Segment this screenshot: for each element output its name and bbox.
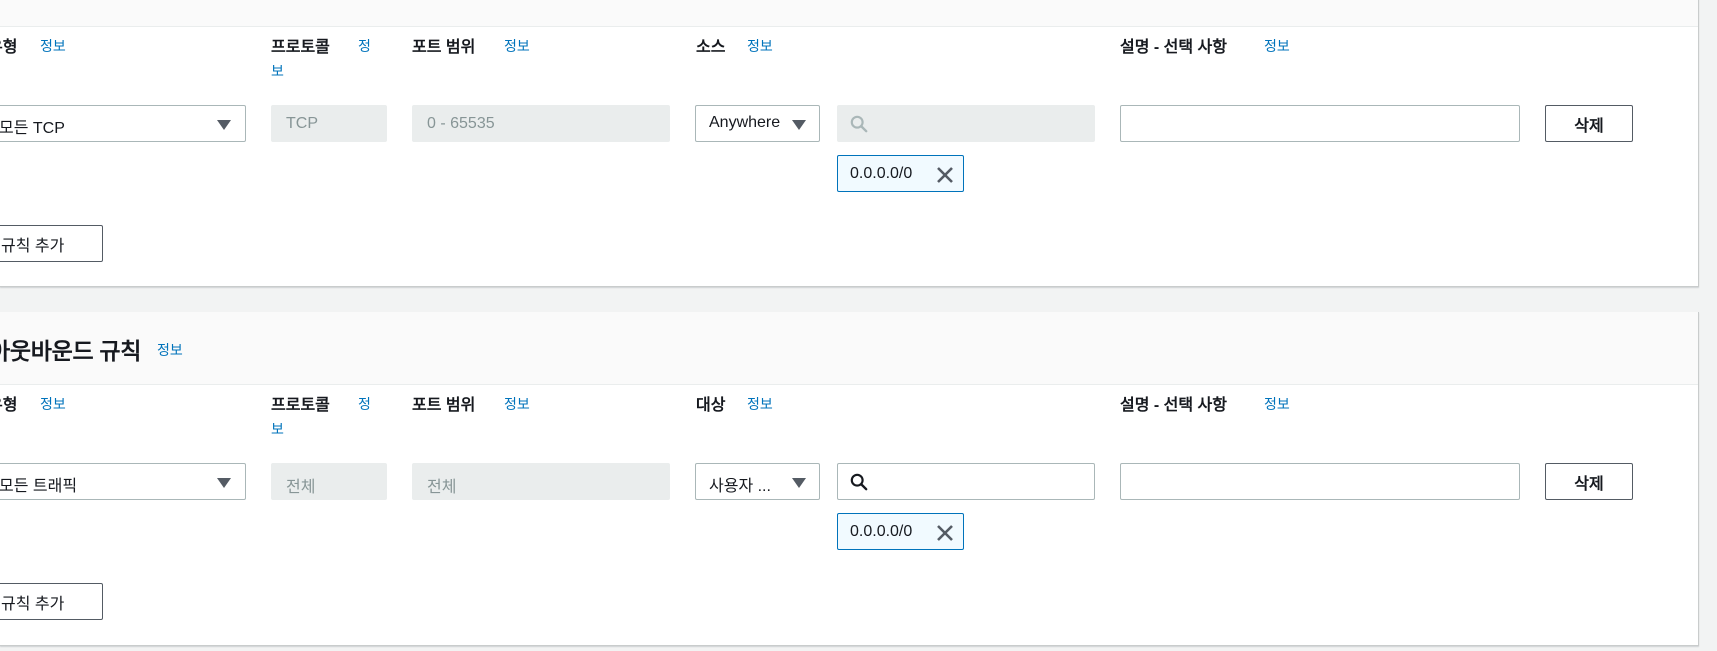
outbound-rules-panel: 아웃바운드 규칙 정보 유형 정보 프로토콜 정 보 포트 범위 정보 대상 정… — [0, 312, 1699, 646]
delete-rule-button[interactable]: 삭제 — [1545, 463, 1633, 500]
cidr-token: 0.0.0.0/0 — [837, 155, 964, 192]
protocol-value: TCP — [286, 115, 318, 132]
caret-down-icon — [217, 120, 231, 130]
col-port-range-label: 포트 범위 — [412, 397, 476, 414]
close-icon[interactable] — [935, 165, 955, 185]
destination-cidr-search[interactable] — [837, 463, 1095, 500]
col-type-label: 유형 — [0, 39, 18, 56]
panel-top-band — [0, 0, 1698, 27]
description-info-link[interactable]: 정보 — [1264, 394, 1290, 414]
inbound-rules-panel: 유형 정보 프로토콜 정 보 포트 범위 정보 소스 정보 설명 - 선택 사항… — [0, 0, 1699, 287]
caret-down-icon — [792, 120, 806, 130]
protocol-info-link-part1[interactable]: 정 — [358, 36, 371, 56]
col-destination-label: 대상 — [696, 397, 726, 414]
col-port-range-label: 포트 범위 — [412, 39, 476, 56]
cidr-token: 0.0.0.0/0 — [837, 513, 964, 550]
col-description-label: 설명 - 선택 사항 — [1120, 397, 1227, 414]
outbound-title-info-link[interactable]: 정보 — [157, 340, 183, 360]
col-source-label: 소스 — [696, 39, 726, 56]
protocol-info-link-part2[interactable]: 보 — [271, 61, 284, 81]
type-select-value: 모든 TCP — [0, 120, 65, 137]
type-info-link[interactable]: 정보 — [40, 36, 66, 56]
protocol-info-link-part1[interactable]: 정 — [358, 394, 371, 414]
destination-select[interactable]: 사용자 ... — [695, 463, 820, 500]
port-range-value: 전체 — [427, 479, 457, 496]
port-range-value: 0 - 65535 — [427, 115, 495, 132]
protocol-field: 전체 — [271, 463, 387, 500]
col-protocol-label: 프로토콜 — [271, 39, 330, 56]
outbound-rules-title: 아웃바운드 규칙 — [0, 338, 142, 364]
col-protocol-label: 프로토콜 — [271, 397, 330, 414]
source-select[interactable]: Anywhere — [695, 105, 820, 142]
destination-info-link[interactable]: 정보 — [747, 394, 773, 414]
protocol-value: 전체 — [286, 479, 316, 496]
outbound-header — [0, 312, 1698, 385]
description-input[interactable] — [1120, 105, 1520, 142]
protocol-info-link-part2[interactable]: 보 — [271, 419, 284, 439]
type-info-link[interactable]: 정보 — [40, 394, 66, 414]
caret-down-icon — [217, 478, 231, 488]
search-icon — [850, 115, 868, 133]
protocol-field: TCP — [271, 105, 387, 142]
description-info-link[interactable]: 정보 — [1264, 36, 1290, 56]
caret-down-icon — [792, 478, 806, 488]
delete-rule-button[interactable]: 삭제 — [1545, 105, 1633, 142]
source-info-link[interactable]: 정보 — [747, 36, 773, 56]
source-select-value: Anywhere — [709, 114, 781, 131]
add-rule-button[interactable]: 규칙 추가 — [0, 225, 103, 262]
col-description-label: 설명 - 선택 사항 — [1120, 39, 1227, 56]
source-cidr-search[interactable] — [837, 105, 1095, 142]
destination-select-value: 사용자 ... — [709, 478, 771, 495]
port-range-field: 전체 — [412, 463, 670, 500]
port-info-link[interactable]: 정보 — [504, 394, 530, 414]
col-type-label: 유형 — [0, 397, 18, 414]
description-input[interactable] — [1120, 463, 1520, 500]
close-icon[interactable] — [935, 523, 955, 543]
port-range-field: 0 - 65535 — [412, 105, 670, 142]
search-icon — [850, 473, 868, 491]
add-rule-button[interactable]: 규칙 추가 — [0, 583, 103, 620]
port-info-link[interactable]: 정보 — [504, 36, 530, 56]
type-select[interactable]: 모든 TCP — [0, 105, 246, 142]
cidr-token-label: 0.0.0.0/0 — [850, 523, 913, 540]
cidr-token-label: 0.0.0.0/0 — [850, 165, 913, 182]
type-select-value: 모든 트래픽 — [0, 478, 78, 495]
type-select[interactable]: 모든 트래픽 — [0, 463, 246, 500]
